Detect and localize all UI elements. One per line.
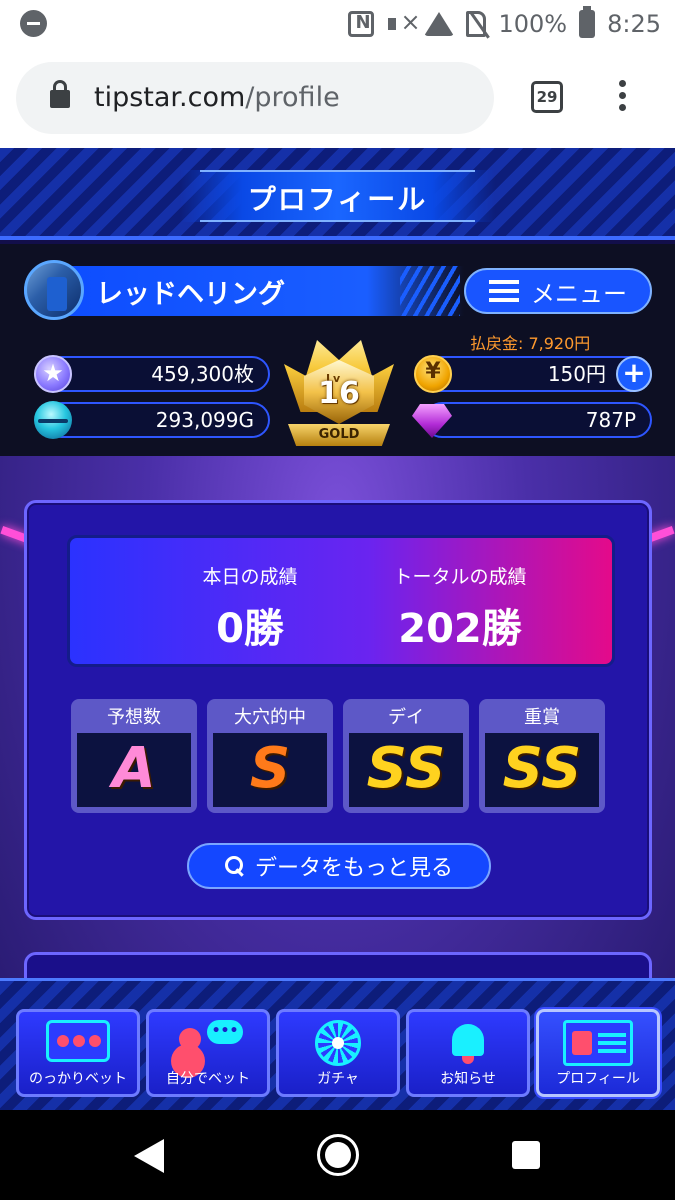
app-content: プロフィール レッドヘリング メニュー 払戻金: 7,920円 459,300枚… bbox=[0, 148, 675, 1110]
back-icon[interactable] bbox=[134, 1139, 164, 1173]
browser-menu-icon[interactable] bbox=[615, 80, 629, 114]
menu-button[interactable]: メニュー bbox=[464, 268, 652, 314]
today-value: 0勝 bbox=[216, 606, 284, 652]
grade-tile-day[interactable]: デイ SS bbox=[343, 699, 469, 813]
title-band: プロフィール bbox=[0, 148, 675, 240]
score-box: 本日の成績 0勝 トータルの成績 202勝 bbox=[67, 535, 615, 667]
grade-tile-longshot[interactable]: 大穴的中 S bbox=[207, 699, 333, 813]
grade-value: SS bbox=[502, 736, 582, 801]
grade-panel: A bbox=[77, 733, 191, 807]
grade-panel: SS bbox=[485, 733, 599, 807]
level-number: 16 bbox=[318, 376, 360, 411]
bottom-nav: のっかりベット 自分でベット ガチャ お知らせ プロフィール bbox=[0, 978, 675, 1110]
battery-percent: 100% bbox=[498, 10, 568, 38]
hamburger-icon bbox=[489, 280, 519, 302]
page-title: プロフィール bbox=[247, 183, 428, 216]
browser-toolbar: tipstar.com/profile 29 bbox=[0, 48, 675, 148]
nav-label: プロフィール bbox=[556, 1071, 640, 1087]
nav-item-gacha[interactable]: ガチャ bbox=[276, 1009, 400, 1097]
search-icon bbox=[224, 856, 245, 876]
rank-label: GOLD bbox=[288, 424, 390, 446]
rank-badge: Lv 16 GOLD bbox=[276, 332, 402, 448]
nav-label: のっかりベット bbox=[29, 1071, 127, 1087]
yen-coin-icon bbox=[414, 355, 452, 393]
grade-title: 重賞 bbox=[524, 707, 560, 728]
nfc-icon bbox=[348, 11, 375, 37]
grade-value: SS bbox=[366, 736, 446, 801]
nav-item-profile[interactable]: プロフィール bbox=[536, 1009, 660, 1097]
recents-icon[interactable] bbox=[512, 1141, 540, 1169]
address-bar[interactable]: tipstar.com/profile bbox=[16, 62, 494, 134]
url-path: /profile bbox=[245, 82, 340, 113]
profile-card-icon bbox=[563, 1020, 633, 1066]
url-domain: tipstar.com bbox=[94, 82, 246, 113]
see-more-label: データをもっと見る bbox=[254, 856, 453, 881]
total-label: トータルの成績 bbox=[393, 566, 527, 588]
see-more-data-button[interactable]: データをもっと見る bbox=[187, 843, 491, 889]
tab-switcher-button[interactable]: 29 bbox=[531, 81, 563, 113]
nav-item-self-bet[interactable]: 自分でベット bbox=[146, 1009, 270, 1097]
username: レッドヘリング bbox=[96, 279, 285, 310]
gold-pill: 293,099G bbox=[44, 402, 270, 438]
avatar[interactable] bbox=[24, 260, 84, 320]
nav-label: お知らせ bbox=[440, 1071, 496, 1087]
nav-label: 自分でベット bbox=[166, 1071, 250, 1087]
nav-label: ガチャ bbox=[317, 1071, 359, 1087]
battery-icon bbox=[579, 6, 596, 38]
grade-panel: S bbox=[213, 733, 327, 807]
today-label: 本日の成績 bbox=[202, 566, 298, 588]
stats-card: 本日の成績 0勝 トータルの成績 202勝 予想数 A 大穴的中 S デイ SS… bbox=[24, 500, 652, 920]
decorative-stripes bbox=[400, 266, 460, 316]
tv-icon bbox=[46, 1020, 110, 1062]
menu-label: メニュー bbox=[531, 279, 627, 308]
grade-tile-graded-race[interactable]: 重賞 SS bbox=[479, 699, 605, 813]
star-coin-icon bbox=[34, 355, 72, 393]
chat-bet-icon bbox=[173, 1020, 243, 1068]
nav-item-notifications[interactable]: お知らせ bbox=[406, 1009, 530, 1097]
add-funds-button[interactable]: + bbox=[616, 356, 652, 392]
grade-panel: SS bbox=[349, 733, 463, 807]
grade-value: S bbox=[249, 736, 291, 801]
home-icon[interactable] bbox=[317, 1134, 359, 1176]
status-icons: 100% 8:25 bbox=[348, 6, 661, 42]
bell-icon bbox=[448, 1020, 488, 1066]
title-plate: プロフィール bbox=[180, 170, 495, 222]
mute-icon bbox=[386, 8, 421, 37]
android-nav-bar bbox=[0, 1110, 675, 1200]
total-value: 202勝 bbox=[398, 606, 522, 652]
wifi-icon bbox=[424, 12, 455, 36]
grade-title: デイ bbox=[388, 707, 424, 728]
refund-amount: 払戻金: 7,920円 bbox=[470, 334, 591, 353]
coins-pill: 459,300枚 bbox=[44, 356, 270, 392]
capsule-icon bbox=[34, 401, 72, 439]
lock-icon bbox=[50, 80, 70, 108]
no-sim-icon bbox=[466, 11, 487, 37]
gacha-wheel-icon bbox=[315, 1020, 361, 1066]
clock: 8:25 bbox=[607, 10, 661, 38]
grade-title: 大穴的中 bbox=[234, 707, 306, 728]
nav-item-nokkari-bet[interactable]: のっかりベット bbox=[16, 1009, 140, 1097]
status-bar: 100% 8:25 bbox=[0, 0, 675, 48]
grade-tile-predictions[interactable]: 予想数 A bbox=[71, 699, 197, 813]
grade-value: A bbox=[112, 736, 156, 801]
do-not-disturb-icon bbox=[20, 10, 47, 37]
url-text[interactable]: tipstar.com/profile bbox=[94, 82, 340, 113]
grade-title: 予想数 bbox=[107, 707, 161, 728]
points-pill: 787P bbox=[424, 402, 652, 438]
